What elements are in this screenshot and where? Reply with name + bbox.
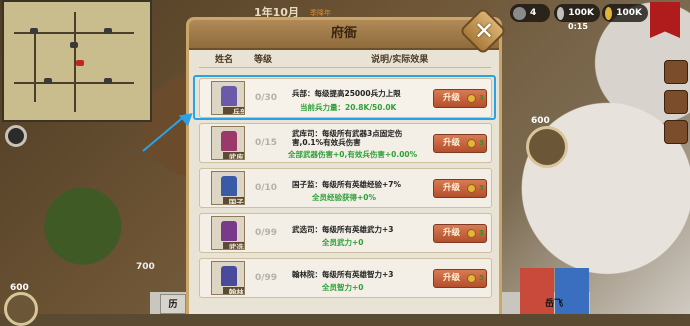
dialog-title: 府衙 [330,26,357,41]
minimap-city [44,78,52,84]
column-header-effect: 说明/实际效果 [371,55,429,65]
upgrade-button[interactable]: 升级 3 [433,269,487,288]
official-figure-icon [221,266,237,286]
department-portrait: 武库司 [211,126,245,160]
table-row[interactable]: 翰林院 0/99 翰林院：每级所有英雄智力+3 全员智力+0 升级 3 [199,258,492,298]
gold-counter[interactable]: 100K [602,4,648,22]
table-row[interactable]: 武库司 0/15 武库司：每级所有武器3点固定伤害,0.1%有效兵伤害 全部武器… [199,123,492,163]
troop-number: 700 [136,262,155,272]
upgrade-button[interactable]: 升级 3 [433,134,487,153]
minimap-road [34,32,36,102]
minimap-city [70,42,78,48]
side-menu-icon[interactable] [664,60,688,84]
official-figure-icon [221,221,237,241]
header-divider [199,67,491,68]
side-menu-icon[interactable] [664,120,688,144]
department-effect: 全员经验获得+0% [312,193,377,202]
department-description: 翰林院：每级所有英雄智力+3 [292,270,394,279]
upgrade-button[interactable]: 升级 3 [433,224,487,243]
official-figure-icon [221,131,237,151]
table-row[interactable]: 国子监 0/10 国子监：每级所有英雄经验+7% 全员经验获得+0% 升级 3 [199,168,492,208]
minimap-road [14,82,134,84]
department-name: 国子监 [223,197,244,204]
coin-icon [467,274,476,283]
department-portrait: 武选司 [211,216,245,250]
minimap-city [104,28,112,34]
coin-icon [467,229,476,238]
minimap-city [104,78,112,84]
player-avatar[interactable] [4,292,38,326]
department-name: 武选司 [223,242,244,249]
table-row[interactable]: 武选司 0/99 武选司：每级所有英雄武力+3 全员武力+0 升级 3 [199,213,492,253]
bottom-tab[interactable]: 历 [160,294,186,314]
upgrade-button[interactable]: 升级 3 [433,179,487,198]
resource-icon [513,6,526,20]
timer: 0:15 [568,22,588,31]
silver-counter[interactable]: 100K [554,4,600,22]
column-header-name: 姓名 [215,55,234,65]
close-icon[interactable]: ✕ [467,14,501,48]
minimap-city [30,28,38,34]
enemy-avatar[interactable] [526,126,568,168]
settings-gear-icon[interactable] [5,125,27,147]
coin-icon [467,139,476,148]
department-name: 翰林院 [223,287,244,294]
department-portrait: 国子监 [211,171,245,205]
department-name: 武库司 [223,152,244,159]
gold-icon [605,6,613,20]
coin-icon [467,184,476,193]
minimap-player-city [76,60,84,66]
department-description: 国子监：每级所有英雄经验+7% [292,180,402,189]
department-level: 0/15 [255,138,278,148]
column-header-level: 等级 [254,55,273,65]
office-dialog: 府衙 姓名 等级 说明/实际效果 兵部 0/30 兵部：每级提高25000兵力上… [186,17,502,314]
department-effect: 全部武器伤害+0,有效兵伤害+0.00% [288,150,418,159]
official-figure-icon [221,176,237,196]
department-portrait: 翰林院 [211,261,245,295]
side-menu-icon[interactable] [664,90,688,114]
dialog-header: 府衙 [189,20,499,50]
department-description: 武库司：每级所有武器3点固定伤害,0.1%有效兵伤害 [292,129,403,147]
enemy-level: 600 [531,116,550,126]
department-level: 0/10 [255,183,278,193]
silver-icon [557,6,565,20]
highlight-frame [193,75,496,120]
department-level: 0/99 [255,273,278,283]
department-level: 0/99 [255,228,278,238]
department-description: 武选司：每级所有英雄武力+3 [292,225,394,234]
resource-counter[interactable]: 4 [510,4,550,22]
hero-name: 岳飞 [545,299,564,309]
minimap[interactable] [2,0,152,122]
